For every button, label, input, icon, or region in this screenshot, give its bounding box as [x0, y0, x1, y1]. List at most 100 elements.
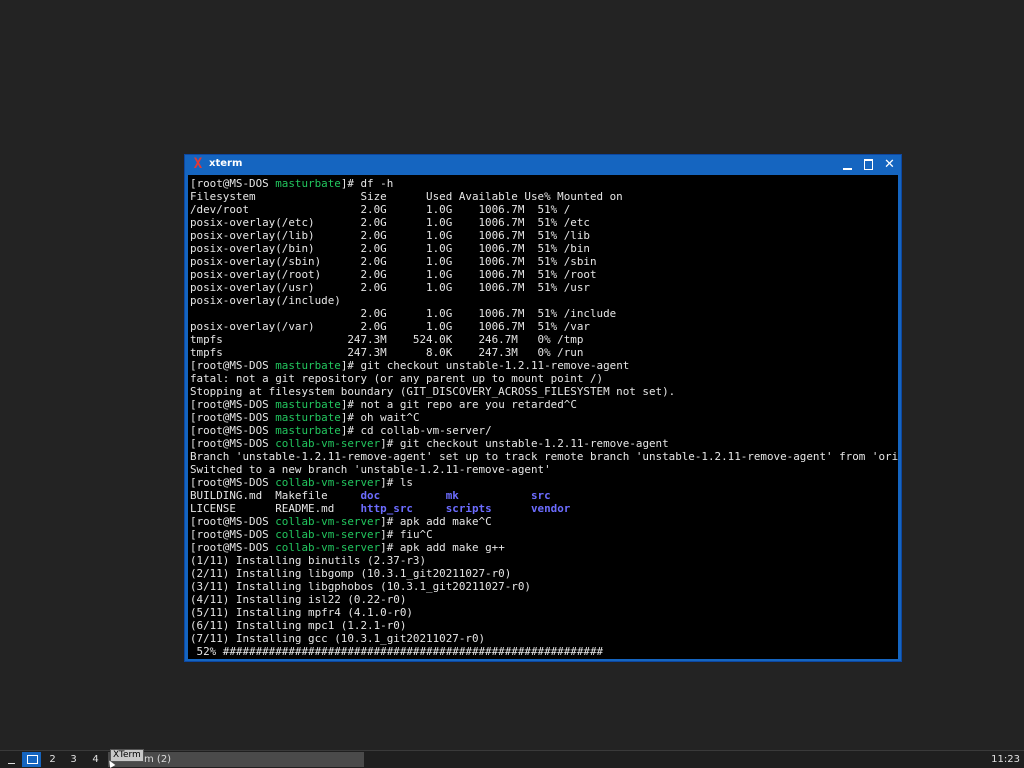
menu-button[interactable] — [6, 752, 18, 767]
terminal-text: ]# not a git repo are you retarded^C — [340, 398, 577, 411]
workspace-4-button[interactable]: 4 — [86, 752, 105, 767]
terminal-line: [root@MS-DOS collab-vm-server]# ls — [190, 476, 898, 489]
terminal-line: Branch 'unstable-1.2.11-remove-agent' se… — [190, 450, 898, 463]
terminal-line: [root@MS-DOS masturbate]# cd collab-vm-s… — [190, 424, 898, 437]
terminal-line: BUILDING.md Makefile doc mk src — [190, 489, 898, 502]
terminal-line: (1/11) Installing binutils (2.37-r3) — [190, 554, 898, 567]
terminal-text: root@MS-DOS — [196, 541, 269, 554]
prompt-directory: collab-vm-server — [275, 437, 381, 450]
prompt-directory: masturbate — [275, 359, 341, 372]
xterm-window: X xterm ✕ [root@MS-DOS masturbate]# df -… — [184, 154, 902, 662]
terminal-text: ]# fiu^C — [380, 528, 433, 541]
workspace-window-icon — [27, 755, 38, 764]
workspace-3-button[interactable]: 3 — [64, 752, 83, 767]
ls-directory-entry: mk — [445, 489, 459, 502]
menu-icon — [8, 763, 15, 764]
terminal-line: tmpfs 247.3M 8.0K 247.3M 0% /run — [190, 346, 898, 359]
workspace-1-button[interactable] — [22, 752, 41, 767]
window-title: xterm — [209, 158, 243, 169]
terminal-area[interactable]: [root@MS-DOS masturbate]# df -h Filesyste… — [188, 175, 898, 659]
prompt-directory: collab-vm-server — [275, 515, 381, 528]
terminal-text: (6/11) Installing mpc1 (1.2.1-r0) — [190, 619, 407, 632]
terminal-text: root@MS-DOS — [196, 359, 269, 372]
close-icon: ✕ — [884, 157, 895, 172]
ls-directory-entry: src — [530, 489, 551, 502]
task-label: m (2) — [144, 754, 172, 765]
prompt-directory: masturbate — [275, 424, 341, 437]
terminal-text: posix-overlay(/etc) 2.0G 1.0G 1006.7M 51… — [190, 216, 590, 229]
terminal-line: tmpfs 247.3M 524.0K 246.7M 0% /tmp — [190, 333, 898, 346]
terminal-text: root@MS-DOS — [196, 437, 269, 450]
terminal-text: posix-overlay(/bin) 2.0G 1.0G 1006.7M 51… — [190, 242, 590, 255]
terminal-line: posix-overlay(/var) 2.0G 1.0G 1006.7M 51… — [190, 320, 898, 333]
terminal-line: Stopping at filesystem boundary (GIT_DIS… — [190, 385, 898, 398]
terminal-text: LICENSE README.md — [190, 502, 361, 515]
terminal-text: root@MS-DOS — [196, 398, 269, 411]
terminal-line: (3/11) Installing libgphobos (10.3.1_git… — [190, 580, 898, 593]
close-button[interactable]: ✕ — [882, 157, 897, 172]
minimize-button[interactable] — [840, 157, 855, 172]
terminal-text: ]# apk add make^C — [380, 515, 492, 528]
terminal-text: /dev/root 2.0G 1.0G 1006.7M 51% / — [190, 203, 571, 216]
terminal-text: 2.0G 1.0G 1006.7M 51% /include — [190, 307, 617, 320]
minimize-icon — [843, 168, 852, 170]
terminal-line: posix-overlay(/lib) 2.0G 1.0G 1006.7M 51… — [190, 229, 898, 242]
terminal-text: (7/11) Installing gcc (10.3.1_git2021102… — [190, 632, 486, 645]
terminal-line: (2/11) Installing libgomp (10.3.1_git202… — [190, 567, 898, 580]
terminal-text: root@MS-DOS — [196, 515, 269, 528]
terminal-text: posix-overlay(/root) 2.0G 1.0G 1006.7M 5… — [190, 268, 597, 281]
prompt-directory: collab-vm-server — [275, 528, 381, 541]
terminal-line: posix-overlay(/usr) 2.0G 1.0G 1006.7M 51… — [190, 281, 898, 294]
terminal-line: [root@MS-DOS collab-vm-server]# fiu^C — [190, 528, 898, 541]
terminal-text: Branch 'unstable-1.2.11-remove-agent' se… — [190, 450, 898, 463]
terminal-line: posix-overlay(/root) 2.0G 1.0G 1006.7M 5… — [190, 268, 898, 281]
maximize-button[interactable] — [861, 157, 876, 172]
terminal-line: Filesystem Size Used Available Use% Moun… — [190, 190, 898, 203]
terminal-text: Filesystem Size Used Available Use% Moun… — [190, 190, 623, 203]
workspace-2-button[interactable]: 2 — [43, 752, 62, 767]
terminal-line: /dev/root 2.0G 1.0G 1006.7M 51% / — [190, 203, 898, 216]
terminal-text: (3/11) Installing libgphobos (10.3.1_git… — [190, 580, 531, 593]
ls-directory-entry: vendor — [531, 502, 571, 515]
terminal-line: 52% ####################################… — [190, 645, 898, 658]
terminal-text: posix-overlay(/var) 2.0G 1.0G 1006.7M 51… — [190, 320, 590, 333]
terminal-text: ]# apk add make g++ — [380, 541, 505, 554]
taskbar-window-item[interactable]: m (2) — [108, 752, 364, 767]
terminal-text: BUILDING.md Makefile — [190, 489, 361, 502]
terminal-line: posix-overlay(/bin) 2.0G 1.0G 1006.7M 51… — [190, 242, 898, 255]
terminal-line: posix-overlay(/sbin) 2.0G 1.0G 1006.7M 5… — [190, 255, 898, 268]
terminal-line: [root@MS-DOS collab-vm-server]# apk add … — [190, 515, 898, 528]
prompt-directory: masturbate — [275, 398, 341, 411]
terminal-output: [root@MS-DOS masturbate]# df -h Filesyste… — [190, 177, 898, 658]
terminal-text: ]# git checkout unstable-1.2.11-remove-a… — [380, 437, 669, 450]
terminal-text: root@MS-DOS — [196, 177, 269, 190]
terminal-line: 2.0G 1.0G 1006.7M 51% /include — [190, 307, 898, 320]
maximize-icon — [864, 159, 873, 170]
terminal-text: ]# cd collab-vm-server/ — [340, 424, 492, 437]
window-titlebar[interactable]: X xterm ✕ — [185, 155, 901, 174]
terminal-line: Switched to a new branch 'unstable-1.2.1… — [190, 463, 898, 476]
terminal-text: Stopping at filesystem boundary (GIT_DIS… — [190, 385, 676, 398]
terminal-line: fatal: not a git repository (or any pare… — [190, 372, 898, 385]
terminal-text: posix-overlay(/sbin) 2.0G 1.0G 1006.7M 5… — [190, 255, 597, 268]
terminal-line: posix-overlay(/etc) 2.0G 1.0G 1006.7M 51… — [190, 216, 898, 229]
terminal-text: posix-overlay(/usr) 2.0G 1.0G 1006.7M 51… — [190, 281, 590, 294]
taskbar: 2 3 4 m (2) 11:23 — [0, 750, 1024, 768]
terminal-text: (2/11) Installing libgomp (10.3.1_git202… — [190, 567, 512, 580]
prompt-directory: masturbate — [275, 411, 341, 424]
terminal-text: ]# git checkout unstable-1.2.11-remove-a… — [340, 359, 630, 372]
terminal-line: [root@MS-DOS collab-vm-server]# apk add … — [190, 541, 898, 554]
terminal-text: root@MS-DOS — [196, 476, 269, 489]
terminal-line: LICENSE README.md http_src scripts vendo… — [190, 502, 898, 515]
terminal-line: (6/11) Installing mpc1 (1.2.1-r0) — [190, 619, 898, 632]
xterm-icon: X — [193, 156, 203, 172]
terminal-line: [root@MS-DOS masturbate]# git checkout u… — [190, 359, 898, 372]
terminal-line: (7/11) Installing gcc (10.3.1_git2021102… — [190, 632, 898, 645]
ls-directory-entry: scripts — [445, 502, 492, 515]
terminal-text: tmpfs 247.3M 524.0K 246.7M 0% /tmp — [190, 333, 584, 346]
terminal-text: 52% ####################################… — [190, 645, 604, 658]
terminal-line: [root@MS-DOS collab-vm-server]# git chec… — [190, 437, 898, 450]
